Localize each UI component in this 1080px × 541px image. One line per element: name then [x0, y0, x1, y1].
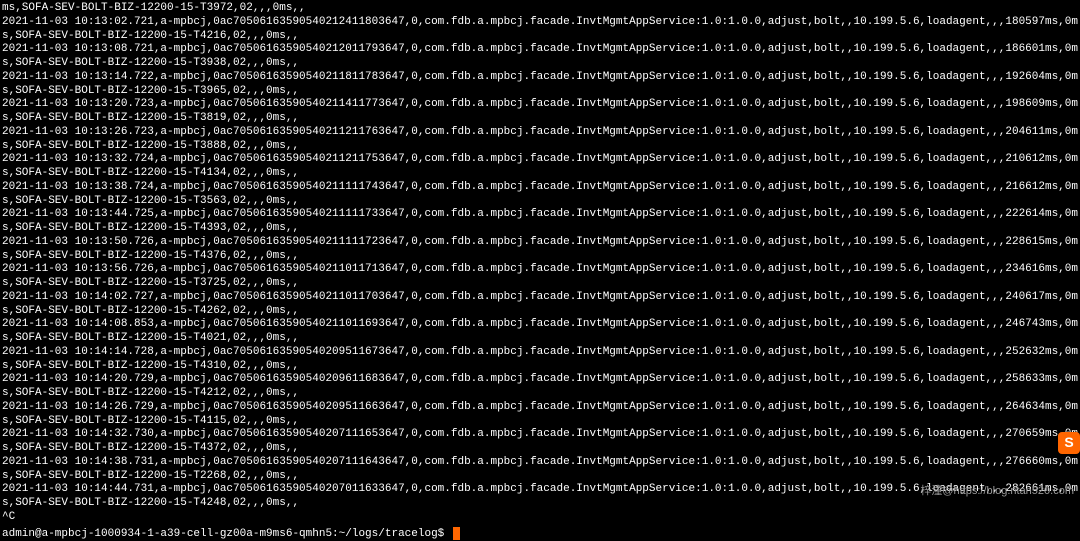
log-line: 2021-11-03 10:13:08.721,a-mpbcj,0ac70506…: [2, 43, 1078, 71]
watermark-text: 梓潼@https://blog.ntan520.com: [920, 485, 1074, 499]
log-line: 2021-11-03 10:13:56.726,a-mpbcj,0ac70506…: [2, 263, 1078, 291]
log-line: 2021-11-03 10:14:08.853,a-mpbcj,0ac70506…: [2, 318, 1078, 346]
ime-badge[interactable]: S: [1058, 432, 1080, 454]
log-line: 2021-11-03 10:13:14.722,a-mpbcj,0ac70506…: [2, 71, 1078, 99]
log-line: 2021-11-03 10:13:02.721,a-mpbcj,0ac70506…: [2, 16, 1078, 44]
shell-prompt: admin@a-mpbcj-1000934-1-a39-cell-gz00a-m…: [2, 528, 444, 540]
terminal-output: ms,SOFA-SEV-BOLT-BIZ-12200-15-T3972,02,,…: [2, 2, 1078, 525]
log-line: 2021-11-03 10:13:20.723,a-mpbcj,0ac70506…: [2, 98, 1078, 126]
prompt-line[interactable]: admin@a-mpbcj-1000934-1-a39-cell-gz00a-m…: [2, 527, 1078, 541]
log-line: 2021-11-03 10:14:26.729,a-mpbcj,0ac70506…: [2, 401, 1078, 429]
log-line: 2021-11-03 10:14:44.731,a-mpbcj,0ac70506…: [2, 483, 1078, 511]
log-line: ^C: [2, 511, 1078, 525]
log-line: 2021-11-03 10:14:02.727,a-mpbcj,0ac70506…: [2, 291, 1078, 319]
log-line: 2021-11-03 10:14:20.729,a-mpbcj,0ac70506…: [2, 373, 1078, 401]
ime-badge-label: S: [1064, 434, 1073, 452]
log-line: ms,SOFA-SEV-BOLT-BIZ-12200-15-T3972,02,,…: [2, 2, 1078, 16]
cursor-icon: [453, 527, 460, 540]
log-line: 2021-11-03 10:13:50.726,a-mpbcj,0ac70506…: [2, 236, 1078, 264]
log-line: 2021-11-03 10:13:44.725,a-mpbcj,0ac70506…: [2, 208, 1078, 236]
log-line: 2021-11-03 10:13:26.723,a-mpbcj,0ac70506…: [2, 126, 1078, 154]
log-line: 2021-11-03 10:14:38.731,a-mpbcj,0ac70506…: [2, 456, 1078, 484]
log-line: 2021-11-03 10:14:14.728,a-mpbcj,0ac70506…: [2, 346, 1078, 374]
log-line: 2021-11-03 10:13:32.724,a-mpbcj,0ac70506…: [2, 153, 1078, 181]
log-line: 2021-11-03 10:14:32.730,a-mpbcj,0ac70506…: [2, 428, 1078, 456]
log-line: 2021-11-03 10:13:38.724,a-mpbcj,0ac70506…: [2, 181, 1078, 209]
